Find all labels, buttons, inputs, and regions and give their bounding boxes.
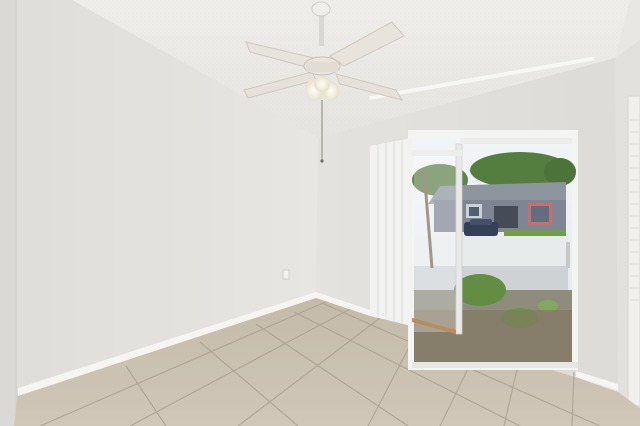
room-photo [0, 0, 640, 426]
